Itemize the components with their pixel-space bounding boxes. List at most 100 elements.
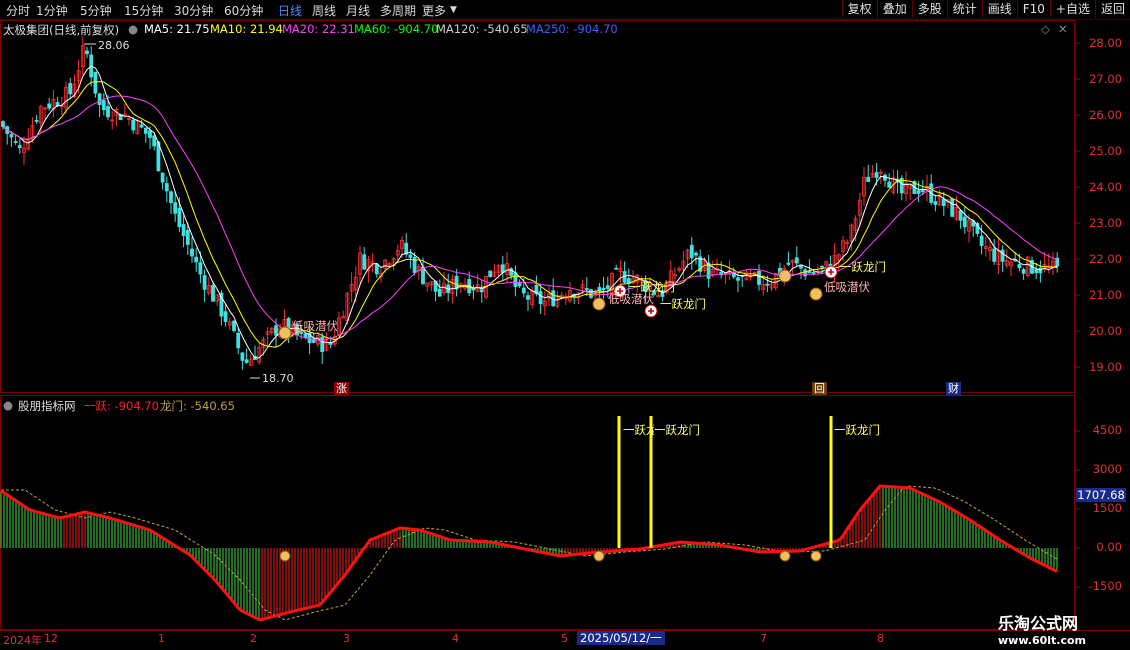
candle-body [521,287,526,294]
candle-body [584,288,589,290]
candle-body [190,248,194,257]
date-tick: 5 [561,632,568,645]
candle-body [820,265,824,268]
candle-body [757,270,761,285]
candle-body [93,71,98,94]
candle-body [538,291,543,305]
sub-chart-title: 股朋指标网 [18,399,76,413]
candle-body [958,210,963,221]
candle-body [992,248,997,262]
candle-body [47,103,52,109]
date-tick: 2 [250,632,257,645]
money-bag-icon [592,297,606,311]
y-tick: -1500 [1088,579,1122,593]
watermark: 乐淘公式网 www.60lt.com [998,610,1086,647]
y-tick: 25.00 [1089,144,1122,158]
ma10-legend: MA10: 21.94 [210,22,283,36]
candle-body [736,277,740,281]
candle-body [799,265,803,269]
money-bag-icon [278,326,292,340]
gate-legend: 龙门: -540.65 [160,399,235,413]
candle-body [421,266,425,285]
candle-body [362,254,367,270]
low-price-label: 18.70 [262,372,294,385]
ma5-line [2,65,1058,359]
candle-body [526,295,530,300]
y-tick: 0.00 [1096,540,1122,554]
watermark-url: www.60lt.com [998,634,1087,647]
candle-body [1021,269,1026,274]
candle-body [479,289,484,293]
candle-body [811,271,816,275]
candle-body [614,267,619,270]
diamond-icon[interactable]: ◇ [1041,22,1050,36]
money-bag-icon [809,287,823,301]
candle-body [765,283,770,286]
date-tick: 8 [877,632,884,645]
main-y-axis: 28.00 27.00 26.00 25.00 24.00 23.00 22.0… [1075,30,1130,390]
candle-body [274,325,278,336]
candle-body [68,83,73,95]
y-tick: 22.00 [1089,252,1122,266]
y-tick: 1500 [1092,501,1122,515]
candle-body [211,285,215,302]
candle-body [152,135,157,147]
candle-body [887,181,892,188]
settings-icon[interactable]: ● [3,398,13,412]
candle-body [160,172,165,183]
candle-body [240,352,245,361]
signal-label: 一跃龙门 [654,422,700,438]
leap-line [0,484,1058,621]
current-value-badge: 1707.68 [1076,488,1126,502]
event-marker[interactable]: 财 [946,382,961,395]
candle-body [185,229,190,245]
date-tick: 2024年 [3,634,42,647]
candle-body [9,134,14,138]
kline-chart[interactable] [0,0,1130,650]
candle-body [85,50,89,55]
candle-body [874,172,879,178]
candle-body [950,198,955,217]
candle-body [173,202,178,214]
candle-body [866,176,871,182]
ma120-legend: MA120: -540.65 [436,22,528,36]
close-icon[interactable]: ✕ [1058,22,1068,36]
candle-body [139,124,144,128]
candle-body [143,127,148,134]
candle-body [169,191,173,204]
candle-body [1,121,5,128]
settings-icon[interactable]: ● [128,22,138,36]
y-tick: 24.00 [1089,180,1122,194]
y-tick: 20.00 [1089,324,1122,338]
sub-y-axis: 4500 3000 1500 0.00 -1500 [1075,400,1130,630]
money-bag-icon [779,550,791,562]
ma5-legend: MA5: 21.75 [144,22,210,36]
y-tick: 19.00 [1089,360,1122,374]
candle-body [807,271,812,274]
candle-body [223,311,228,322]
candle-body [106,106,110,118]
event-marker[interactable]: 回 [812,382,827,395]
candle-body [488,270,493,278]
ma20-legend: MA20: 22.31 [282,22,355,36]
candle-body [941,198,946,207]
y-tick: 3000 [1092,462,1122,476]
money-bag-icon [279,550,291,562]
candle-body [551,290,556,307]
candle-body [236,332,241,349]
candle-body [513,272,518,288]
candle-body [13,141,18,143]
candle-body [244,359,249,363]
candle-body [517,281,522,287]
annotation-leap-dragon: 一跃龙门 [840,260,886,274]
annotation-low-buy: 低吸潜伏 [292,319,338,333]
ma250-legend: MA250: -904.70 [526,22,618,36]
date-tick: 7 [760,632,767,645]
y-tick: 28.00 [1089,36,1122,50]
money-bag-icon [778,269,792,283]
candle-body [34,120,39,122]
event-marker[interactable]: 涨 [334,382,349,395]
y-tick: 21.00 [1089,288,1122,302]
signal-bar [829,416,833,548]
y-tick: 27.00 [1089,72,1122,86]
